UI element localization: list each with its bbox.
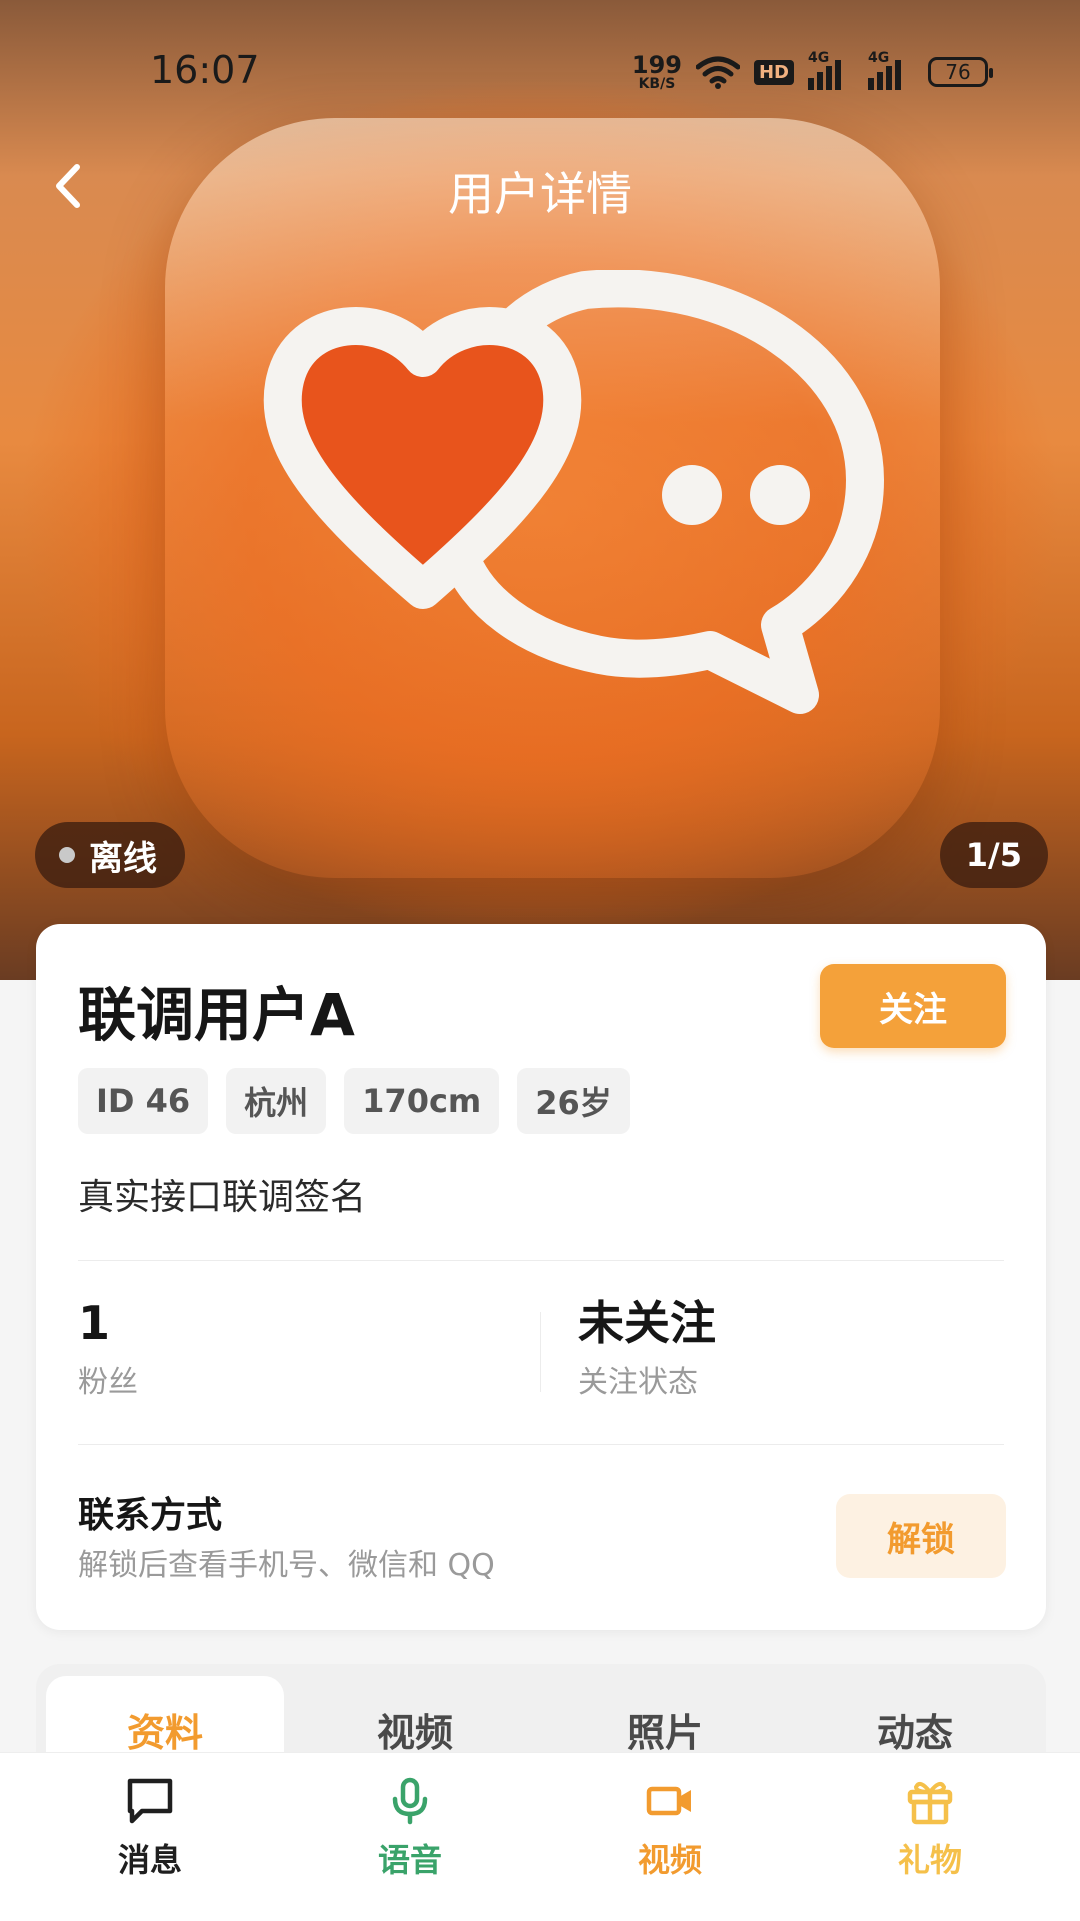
video-camera-icon xyxy=(646,1786,691,1816)
microphone-icon xyxy=(392,1777,428,1825)
video-call-button[interactable]: 视频 xyxy=(590,1775,750,1881)
follow-status-value: 未关注 xyxy=(578,1296,716,1350)
user-signature: 真实接口联调签名 xyxy=(78,1177,367,1218)
voice-call-button[interactable]: 语音 xyxy=(330,1775,490,1881)
wifi-icon xyxy=(695,56,740,89)
network-speed: 199 KB/S xyxy=(631,51,682,92)
gift-icon xyxy=(907,1781,953,1825)
signal-strength-icon: 4G xyxy=(868,50,914,90)
follow-button[interactable]: 关注 xyxy=(820,964,1006,1048)
tag-age: 26岁 xyxy=(517,1068,630,1134)
status-dot-icon xyxy=(59,847,75,863)
profile-photo-hero[interactable]: 16:07 199 KB/S HD 4G 4G 76 用户详情 离线 1/5 xyxy=(0,0,1080,980)
battery-icon: 76 xyxy=(928,57,993,87)
online-status-badge: 离线 xyxy=(35,822,185,888)
signal-strength-icon: 4G xyxy=(808,50,854,90)
status-time: 16:07 xyxy=(150,48,260,92)
status-bar: 16:07 199 KB/S HD 4G 4G 76 xyxy=(0,0,1080,140)
top-navigation: 用户详情 xyxy=(0,150,1080,221)
send-gift-button[interactable]: 礼物 xyxy=(850,1775,1010,1881)
follow-status-label: 关注状态 xyxy=(578,1364,698,1400)
message-button[interactable]: 消息 xyxy=(70,1775,230,1881)
contact-description: 解锁后查看手机号、微信和 QQ xyxy=(78,1548,495,1583)
user-name: 联调用户A xyxy=(78,981,355,1049)
unlock-contact-button[interactable]: 解锁 xyxy=(836,1494,1006,1578)
divider xyxy=(78,1260,1004,1261)
tag-city: 杭州 xyxy=(226,1068,327,1134)
divider xyxy=(78,1444,1004,1445)
stat-divider xyxy=(540,1312,541,1392)
followers-label: 粉丝 xyxy=(78,1364,138,1400)
stat-follow-status: 未关注 关注状态 xyxy=(578,1298,716,1401)
photo-counter: 1/5 xyxy=(939,822,1048,888)
bottom-action-bar: 消息 语音 视频 礼物 xyxy=(0,1752,1080,1921)
followers-count: 1 xyxy=(78,1296,111,1350)
page-title: 用户详情 xyxy=(448,167,632,221)
contact-title: 联系方式 xyxy=(78,1495,223,1536)
status-icons: 199 KB/S HD 4G 4G 76 xyxy=(631,48,993,96)
profile-card: 联调用户A 关注 ID 46 杭州 170cm 26岁 真实接口联调签名 1 粉… xyxy=(36,924,1046,1630)
hd-voice-icon: HD xyxy=(753,59,794,85)
chat-bubble-icon xyxy=(127,1778,173,1824)
tag-height: 170cm xyxy=(344,1068,500,1134)
heart-chat-logo-icon xyxy=(263,270,884,714)
profile-tags: ID 46 杭州 170cm 26岁 xyxy=(78,1068,630,1134)
tag-user-id: ID 46 xyxy=(78,1068,209,1134)
stat-followers: 1 粉丝 xyxy=(78,1298,138,1401)
